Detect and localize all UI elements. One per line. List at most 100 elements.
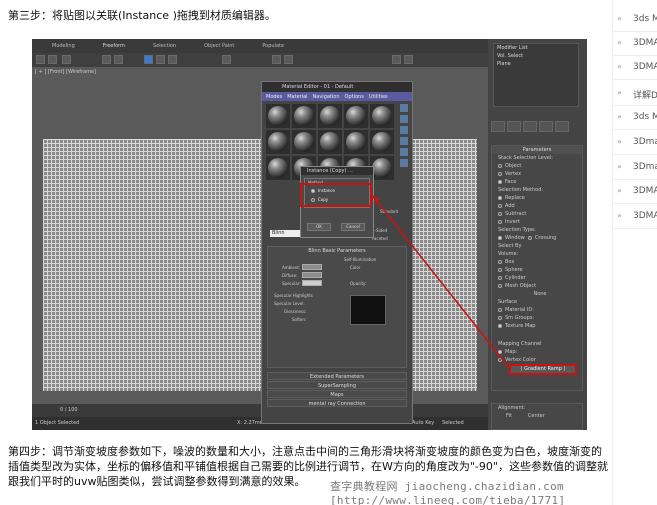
instance-highlight-box [300,183,372,207]
volume-mesh: Mesh Object [492,282,582,290]
max-screenshot: Modeling Freeform Selection Object Paint… [32,39,587,430]
related-article[interactable]: » 3DMA [613,180,657,204]
undo-icon [36,55,45,64]
tab-modeling: Modeling [52,43,75,49]
method-invert: Invert [492,218,582,226]
mental-ray-rollout: mental ray Connection [267,399,407,407]
radio-selected-icon [498,180,502,184]
panel-tabs [491,121,583,132]
article-content: 第三步：将贴图以关联(Instance )拖拽到材质编辑器。 Modeling … [0,0,612,505]
specular-label: Specular: [282,281,301,286]
radio-icon [498,172,502,176]
snap-icon [272,55,281,64]
related-article[interactable]: » 3DMA [613,32,657,56]
stack-vertex-label: Vertex [505,171,522,177]
selection-type-options: Window Crossing [492,234,582,242]
configure-sets-icon [555,121,569,132]
chevron-right-icon: » [617,38,622,47]
material-sphere-icon [346,106,366,126]
radio-icon [498,276,502,280]
select-by-label: Select By [498,243,522,249]
modifier-vol-select: Vol. Select [497,53,524,59]
viewport-label: [ + ] [Front] [Wireframe] [35,69,96,75]
volume-cylinder: Cylinder [492,274,582,282]
sample-slot [292,130,316,154]
link-icon [62,55,71,64]
radio-icon [498,308,502,312]
me-menu-material: Material [287,93,308,100]
self-illum-label: Self-Illumination [344,257,377,262]
volume-sphere: Sphere [492,266,582,274]
stack-object-label: Object [505,163,522,169]
center-button: Center [527,413,545,419]
status-bar: 1 Object Selected X: 2.27mm Y: 0.0mm Z: … [32,417,488,430]
sample-slot [344,104,368,128]
material-sphere-icon [268,106,288,126]
related-article[interactable]: » 3ds M [613,106,657,130]
radio-icon [498,358,502,362]
method-replace-label: Replace [505,195,525,201]
radio-selected-icon [498,324,502,328]
ambient-swatch [302,264,322,270]
highlight-curve-preview [350,295,386,325]
related-article[interactable]: » 3DMA [613,56,657,80]
pivot-icon [222,55,231,64]
material-sphere-icon [372,106,392,126]
main-toolbar [32,53,488,67]
alignment-buttons: Fit Center [492,412,582,420]
chevron-right-icon: » [617,112,622,121]
me-menu-navigation: Navigation [312,93,340,100]
gradient-ramp-button: ( Gradient Ramp ) [509,364,577,375]
modifier-plane: Plane [497,61,511,67]
related-article[interactable]: » 详解D [613,82,657,106]
none-button: None [533,291,547,297]
opacity-label: Opacity: [350,281,367,286]
related-article[interactable]: » 3DMA [613,205,657,229]
surface-texture-map-label: Texture Map [505,323,536,329]
pin-stack-icon [491,121,505,132]
related-articles-sidebar: » 3ds M » 3DMA » 3DMA » 详解D » 3ds M » 3Dma » 3D… [612,0,657,505]
material-sphere-icon [294,132,314,152]
related-article[interactable]: » 3Dma [613,156,657,180]
front-viewport: [ + ] [Front] [Wireframe] [32,67,488,417]
background-icon [400,126,408,134]
material-sphere-icon [372,158,392,178]
radio-icon [498,260,502,264]
volume-box-label: Box [505,259,515,265]
me-menu-options: Options [344,93,364,100]
related-article-title: 3DMA [633,211,657,221]
vertex-color-label: Vertex Color [505,357,536,363]
chevron-right-icon: » [617,211,622,220]
related-article[interactable]: » 3ds M [613,8,657,32]
chevron-right-icon: » [617,186,622,195]
select-icon [102,55,111,64]
specular-swatch [302,280,322,286]
redo-icon [48,55,57,64]
supersampling-rollout: SuperSampling [267,381,407,389]
material-sphere-icon [320,106,340,126]
related-article-title: 3DMA [633,186,657,196]
watermark: 查字典教程网 jiaocheng.chazidian.com [http://w… [330,480,566,505]
me-menu-modes: Modes [266,93,283,100]
related-article[interactable]: » 3Dma [613,131,657,155]
radio-icon [498,316,502,320]
modifier-stack: Modifier List Vol. Select Plane [493,43,579,107]
sample-slot [318,130,342,154]
render-setup-icon [392,55,401,64]
faceted-label: Faceted [372,236,388,241]
chevron-right-icon: » [617,162,622,171]
volume-mesh-label: Mesh Object [505,283,537,289]
remove-modifier-icon [539,121,553,132]
sample-slot [266,130,290,154]
spec-level-label: Specular Level: [274,301,305,306]
ambient-label: Ambient: [282,265,301,270]
material-sphere-icon [294,106,314,126]
step3-text: 第三步：将贴图以关联(Instance )拖拽到材质编辑器。 [8,9,276,22]
me-side-toolbar [400,104,409,204]
sample-slot [266,104,290,128]
related-article-title: 3ds M [633,14,657,24]
chevron-right-icon: » [617,14,622,23]
sample-type-icon [400,104,408,112]
type-window-label: Window [505,235,525,241]
method-invert-label: Invert [505,219,520,225]
